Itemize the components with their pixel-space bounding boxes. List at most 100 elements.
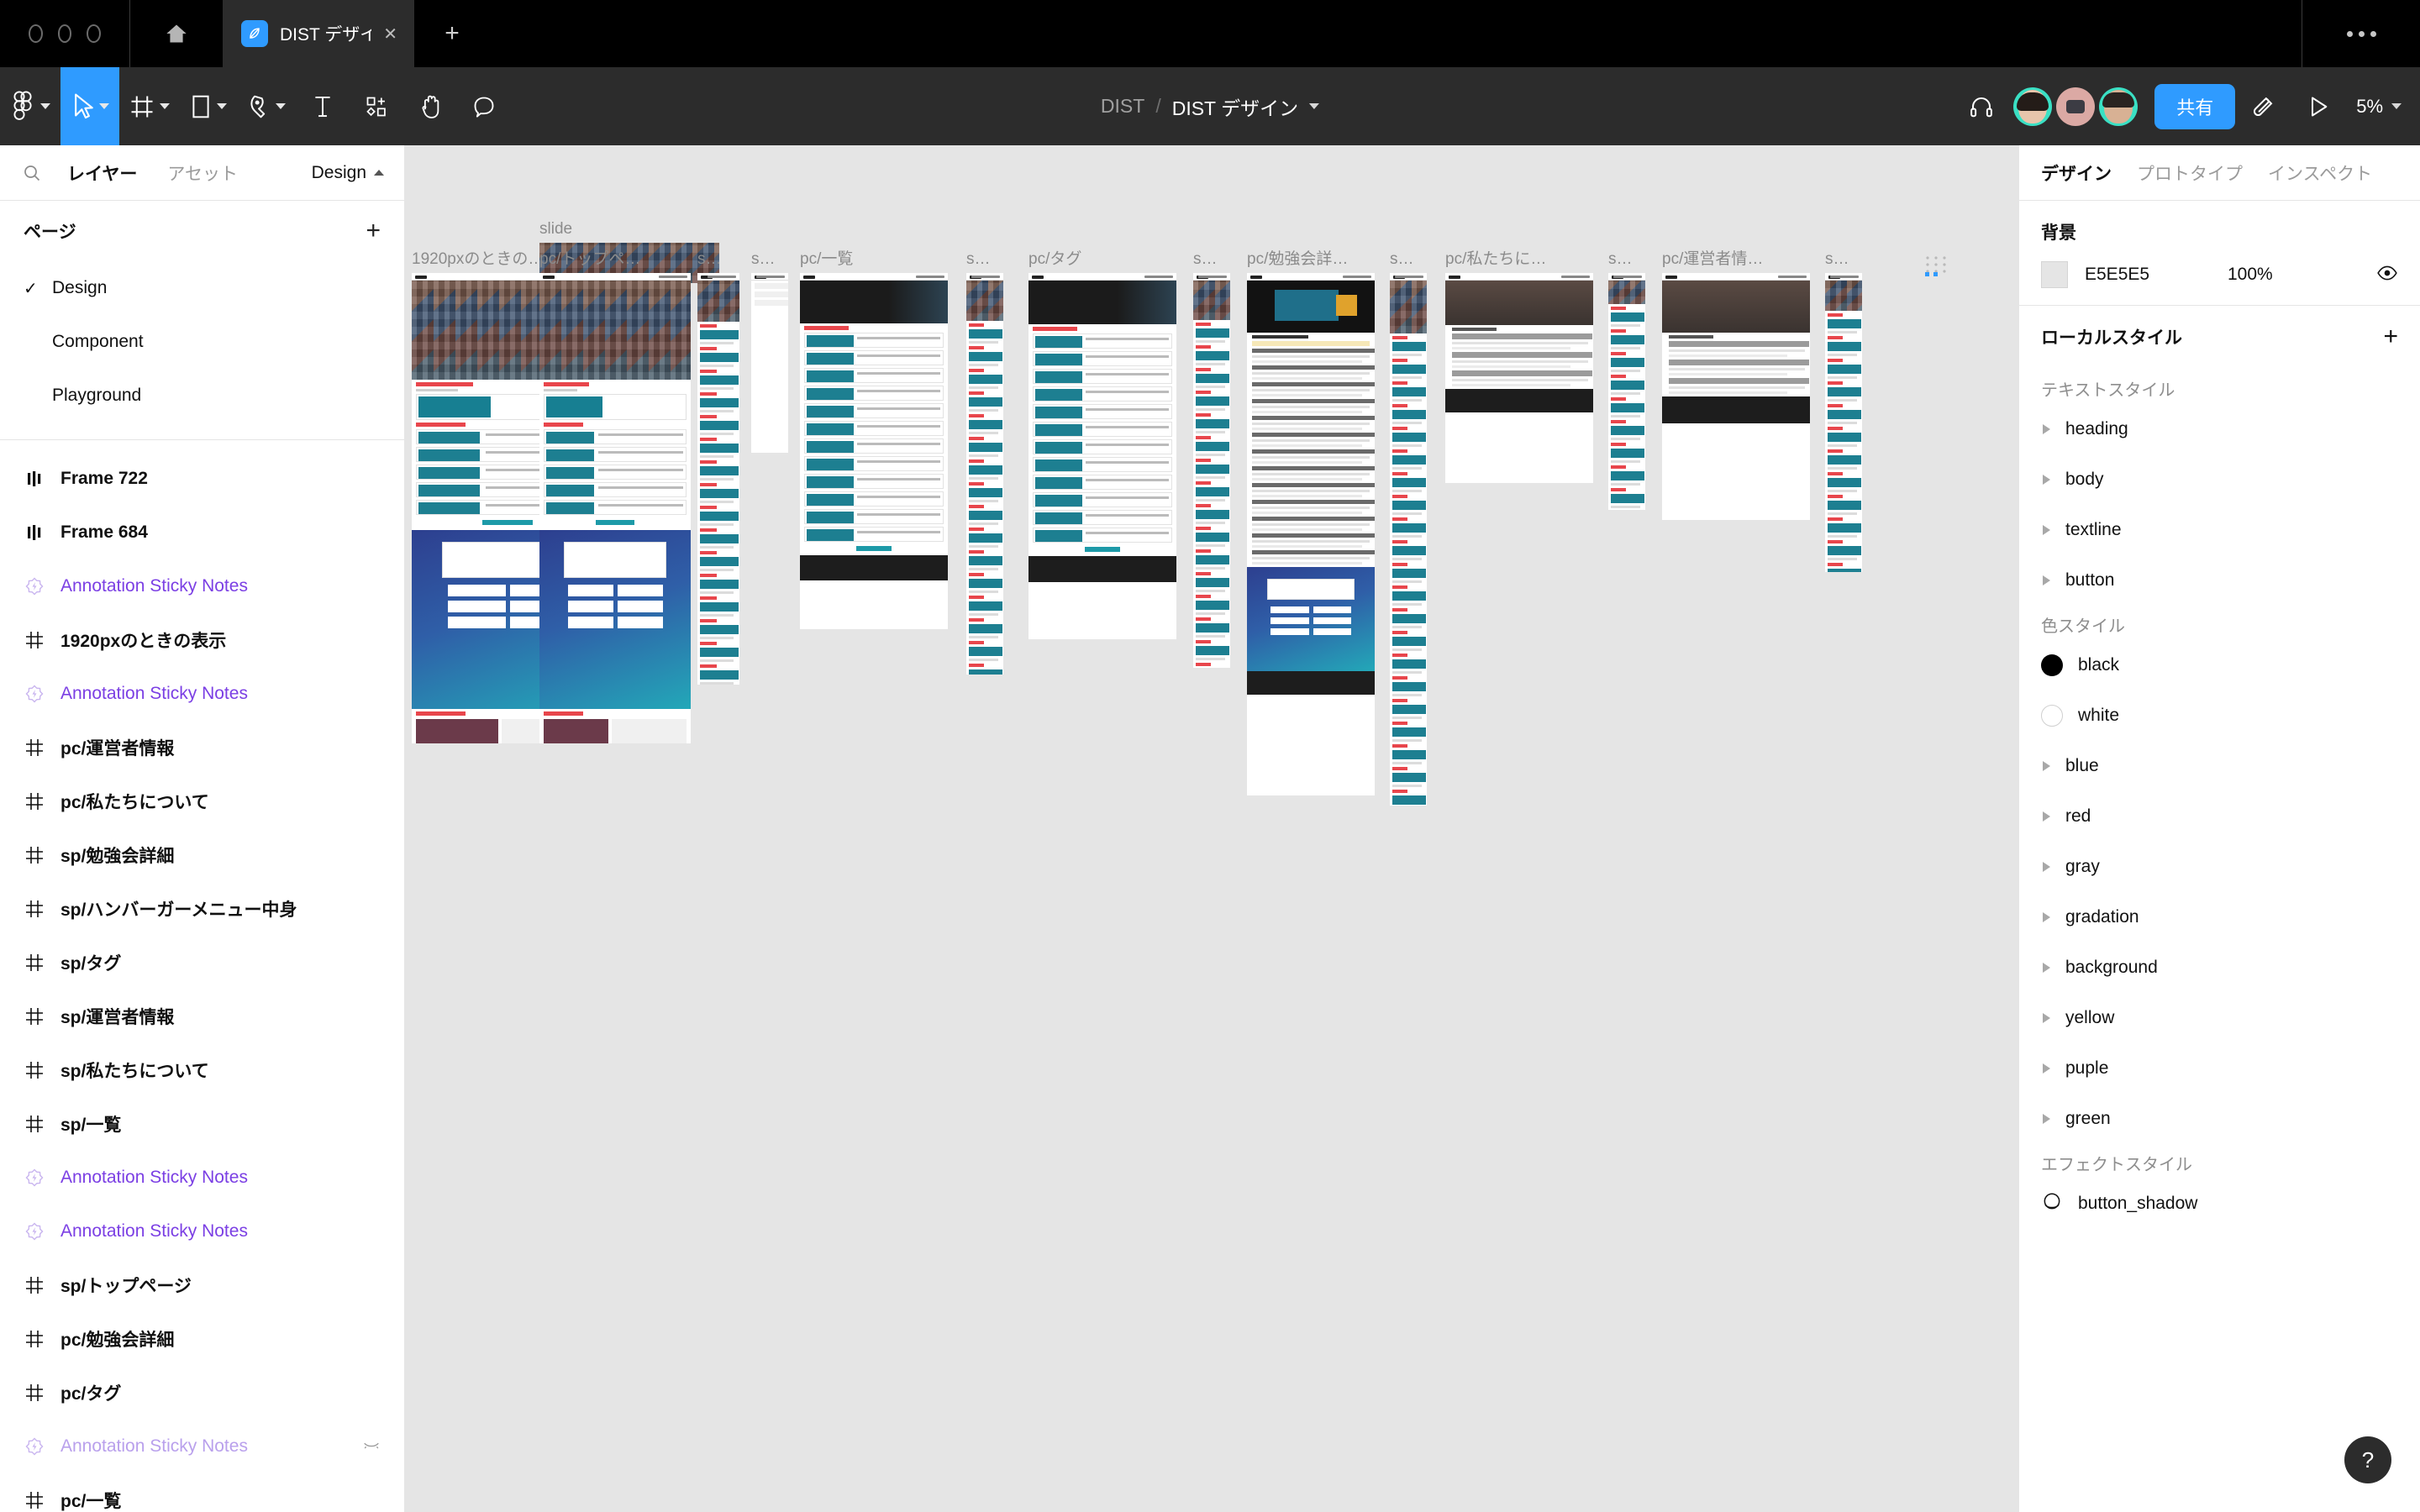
canvas-frame[interactable]: s… [1608, 250, 1645, 510]
layer-row[interactable]: Frame 684 [0, 506, 404, 559]
chevron-right-icon[interactable] [2043, 1063, 2050, 1074]
eye-closed-icon[interactable] [362, 1436, 381, 1458]
avatar-user-1[interactable] [2013, 87, 2053, 126]
add-style-button[interactable]: + [2383, 324, 2398, 349]
canvas-frame[interactable]: s… [697, 250, 739, 685]
canvas-frame-label[interactable]: s… [697, 250, 722, 269]
tab-design[interactable]: デザイン [2041, 160, 2112, 186]
share-button[interactable]: 共有 [2154, 83, 2236, 129]
avatar-user-3[interactable] [2099, 87, 2139, 126]
canvas-frame-label[interactable]: s… [966, 250, 991, 269]
text-style-item[interactable]: body [2019, 454, 2420, 505]
search-icon[interactable] [12, 163, 52, 183]
layer-row[interactable]: Annotation Sticky Notes [0, 1205, 404, 1258]
tab-layers[interactable]: レイヤー [52, 160, 152, 186]
tab-prototype[interactable]: プロトタイプ [2137, 160, 2243, 186]
canvas-frame-content[interactable] [697, 273, 739, 685]
resources-icon[interactable] [350, 67, 403, 145]
chevron-right-icon[interactable] [2043, 761, 2050, 771]
canvas-frame[interactable]: s… [1825, 250, 1862, 572]
canvas-frame-label[interactable]: pc/運営者情… [1662, 246, 1763, 269]
color-styles-list[interactable]: black white blue red gray gradation background… [2019, 640, 2420, 1144]
text-style-item[interactable]: button [2019, 555, 2420, 606]
canvas-frame[interactable]: s… [966, 250, 1003, 675]
page-selector[interactable]: Design [312, 163, 392, 183]
canvas-frame-content[interactable] [1028, 273, 1176, 639]
canvas-frame-label[interactable]: s… [1193, 250, 1218, 269]
text-styles-list[interactable]: heading body textline button [2019, 404, 2420, 606]
chevron-right-icon[interactable] [2043, 912, 2050, 922]
background-color-swatch[interactable] [2041, 261, 2068, 288]
headset-icon[interactable] [1954, 67, 2009, 145]
effect-styles-list[interactable]: button_shadow [2019, 1179, 2420, 1229]
chevron-right-icon[interactable] [2043, 963, 2050, 973]
canvas-frame[interactable]: s… [1390, 250, 1427, 806]
chevron-down-icon-frame[interactable] [160, 103, 170, 109]
new-tab-button[interactable]: + [414, 0, 490, 67]
chevron-right-icon[interactable] [2043, 475, 2050, 485]
canvas-frame-label[interactable]: pc/一覧 [800, 246, 853, 269]
layer-row[interactable]: Annotation Sticky Notes [0, 1151, 404, 1205]
layer-row[interactable]: 1920pxのときの表示 [0, 613, 404, 667]
canvas-frame[interactable]: s… [1193, 250, 1230, 668]
color-style-item[interactable]: black [2019, 640, 2420, 690]
canvas-frame[interactable]: pc/タグ [1028, 250, 1176, 639]
add-page-button[interactable]: + [366, 218, 381, 244]
text-style-item[interactable]: textline [2019, 505, 2420, 555]
color-style-item[interactable]: background [2019, 942, 2420, 993]
canvas-frame-label[interactable]: pc/勉強会詳… [1247, 246, 1348, 269]
canvas-frame-content[interactable] [539, 273, 691, 743]
chevron-down-icon-file[interactable] [1309, 103, 1320, 109]
layer-row[interactable]: Annotation Sticky Notes [0, 1420, 404, 1473]
chevron-right-icon[interactable] [2043, 424, 2050, 434]
canvas-frame-label[interactable]: 1920pxのときの… [412, 246, 544, 269]
canvas-frame-label[interactable]: pc/私たちに… [1445, 246, 1546, 269]
layer-row[interactable]: sp/勉強会詳細 [0, 828, 404, 882]
canvas-frame-label[interactable]: s… [1390, 250, 1414, 269]
chevron-down-icon-zoom[interactable] [2391, 103, 2402, 109]
background-fill-row[interactable]: E5E5E5 100% [2041, 261, 2398, 288]
breadcrumb-file-name[interactable]: DIST デザイン [1172, 92, 1298, 121]
layer-row[interactable]: Annotation Sticky Notes [0, 559, 404, 613]
canvas-frame-content[interactable] [966, 273, 1003, 675]
link-icon[interactable] [2235, 67, 2291, 145]
layers-list[interactable]: Frame 722 Frame 684 Annotation Sticky Note… [0, 440, 404, 1512]
chevron-right-icon[interactable] [2043, 1013, 2050, 1023]
layer-row[interactable]: pc/勉強会詳細 [0, 1312, 404, 1366]
color-style-item[interactable]: yellow [2019, 993, 2420, 1043]
text-style-item[interactable]: heading [2019, 404, 2420, 454]
color-style-item[interactable]: gray [2019, 842, 2420, 892]
figma-menu-icon[interactable] [0, 67, 60, 145]
canvas-frame-label[interactable]: pc/トップペ… [539, 246, 640, 269]
color-style-item[interactable]: red [2019, 791, 2420, 842]
canvas-frame-content[interactable] [1390, 273, 1427, 806]
layer-row[interactable]: sp/ハンバーガーメニュー中身 [0, 882, 404, 936]
canvas-frame-label[interactable]: s… [751, 250, 776, 269]
selection-handles[interactable] [1923, 255, 1951, 280]
canvas-frame-content[interactable] [1247, 273, 1375, 795]
layer-row[interactable]: Annotation Sticky Notes [0, 667, 404, 721]
chevron-right-icon[interactable] [2043, 575, 2050, 585]
canvas-frame[interactable]: pc/私たちに… [1445, 250, 1593, 483]
layer-row[interactable]: pc/一覧 [0, 1473, 404, 1512]
chevron-down-icon[interactable] [40, 103, 50, 109]
canvas-frame-label[interactable]: s… [1825, 250, 1849, 269]
close-tab-button[interactable]: ✕ [383, 24, 397, 45]
background-opacity-value[interactable]: 100% [2228, 265, 2273, 285]
layer-row[interactable]: pc/私たちについて [0, 774, 404, 828]
canvas-frame[interactable]: pc/運営者情… [1662, 250, 1810, 520]
color-style-item[interactable]: gradation [2019, 892, 2420, 942]
canvas-frame-label[interactable]: pc/タグ [1028, 246, 1081, 269]
chevron-right-icon[interactable] [2043, 811, 2050, 822]
canvas-frame[interactable]: pc/一覧 [800, 250, 948, 629]
window-controls[interactable] [0, 0, 129, 67]
background-hex-value[interactable]: E5E5E5 [2085, 265, 2211, 285]
effect-style-item[interactable]: button_shadow [2019, 1179, 2420, 1229]
zoom-control[interactable]: 5% [2356, 96, 2402, 118]
layer-row[interactable]: sp/運営者情報 [0, 990, 404, 1043]
canvas-frame[interactable]: s… [751, 250, 788, 453]
minimize-window-button[interactable] [57, 24, 72, 43]
close-window-button[interactable] [29, 24, 43, 43]
browser-tab[interactable]: DIST デザイン ✕ [223, 0, 414, 67]
rectangle-icon[interactable] [180, 67, 237, 145]
